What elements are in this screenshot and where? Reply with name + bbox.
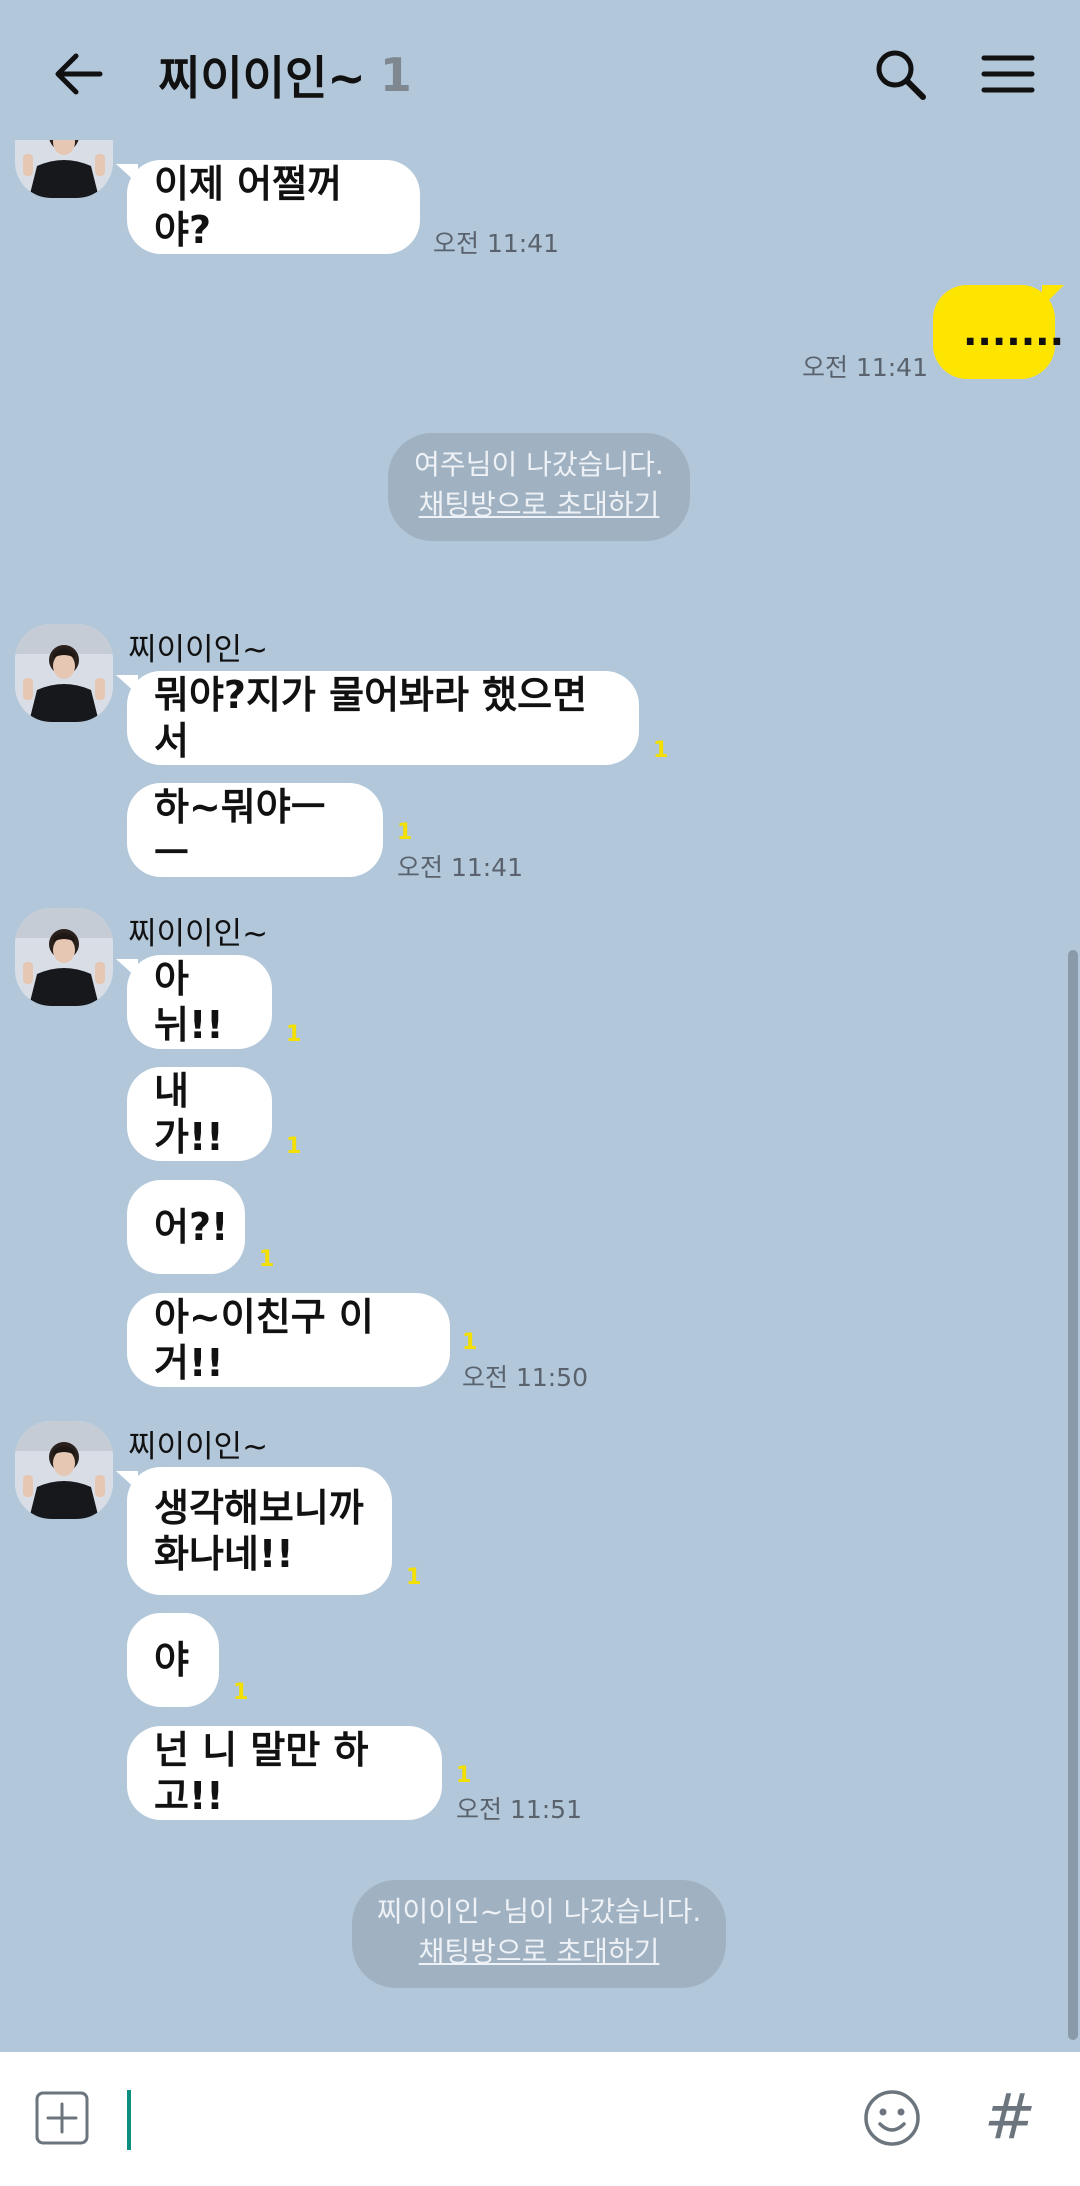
message-bubble[interactable]: 어?! (127, 1180, 245, 1274)
profile-photo-icon (15, 1421, 113, 1519)
message-bubble[interactable]: 내가!! (127, 1067, 272, 1161)
message-text: ....... (963, 310, 1065, 354)
profile-photo-icon (15, 624, 113, 722)
message-text: 넌 니 말만 하고!! (154, 1728, 369, 1818)
message-bubble[interactable]: 뭐야?지가 물어봐라 했으면서 (116, 671, 639, 765)
message-text: 야 (154, 1638, 189, 1682)
system-notice: 찌이이인~님이 나갔습니다. 채팅방으로 초대하기 (352, 1880, 726, 1988)
message-bubble[interactable]: 하~뭐야ㅡㅡ (127, 783, 383, 877)
message-text: 생각해보니까 화나네!! (154, 1485, 364, 1577)
member-count: 1 (379, 48, 412, 102)
hashtag-icon[interactable]: # (984, 2082, 1044, 2152)
avatar[interactable] (15, 908, 113, 1006)
chat-header: 찌이이인~ 1 (0, 0, 1080, 148)
plus-square-icon[interactable] (34, 2090, 90, 2146)
invite-link[interactable]: 채팅방으로 초대하기 (352, 1932, 726, 1972)
message-text: 아뉘!! (154, 957, 224, 1047)
message-time: 오전 11:41 (433, 229, 559, 258)
message-line: 생각해보니까 (154, 1486, 364, 1530)
profile-photo-icon (15, 140, 113, 198)
invite-link[interactable]: 채팅방으로 초대하기 (388, 485, 690, 525)
unread-count: 1 (259, 1247, 275, 1272)
unread-count: 1 (462, 1330, 478, 1355)
system-notice: 여주님이 나갔습니다. 채팅방으로 초대하기 (388, 433, 690, 541)
message-bubble[interactable]: 넌 니 말만 하고!! (127, 1726, 442, 1820)
message-text: 하~뭐야ㅡㅡ (154, 785, 326, 875)
avatar[interactable] (15, 1421, 113, 1519)
back-arrow-icon[interactable] (50, 46, 106, 102)
message-text: 이제 어쩔꺼야? (154, 162, 343, 252)
message-bubble[interactable]: 생각해보니까 화나네!! (116, 1467, 392, 1595)
profile-photo-icon (15, 908, 113, 1006)
unread-count: 1 (286, 1134, 302, 1159)
notice-text: 찌이이인~님이 나갔습니다. (376, 1895, 702, 1928)
message-list[interactable]: 이제 어쩔꺼야? 오전 11:41 ....... 오전 11:41 여주님이 … (0, 140, 1080, 2052)
sender-name: 찌이이인~ (128, 632, 269, 668)
unread-count: 1 (233, 1680, 249, 1705)
message-text: 어?! (154, 1205, 229, 1249)
message-time: 오전 11:51 (456, 1795, 582, 1824)
unread-count: 1 (286, 1022, 302, 1047)
message-text: 내가!! (154, 1069, 224, 1159)
smiley-icon[interactable] (862, 2088, 922, 2148)
avatar[interactable] (15, 140, 113, 198)
unread-count: 1 (456, 1763, 472, 1788)
message-text: 아~이친구 이거!! (154, 1295, 374, 1385)
sender-name: 찌이이인~ (128, 1429, 269, 1465)
message-bubble[interactable]: 아뉘!! (116, 955, 272, 1049)
chat-title: 찌이이인~ (158, 51, 366, 105)
message-bubble[interactable]: 이제 어쩔꺼야? (116, 160, 420, 254)
scrollbar[interactable] (1068, 950, 1078, 2040)
message-input-bar: # (0, 2052, 1080, 2186)
unread-count: 1 (406, 1565, 422, 1590)
notice-text: 여주님이 나갔습니다. (414, 448, 664, 481)
message-bubble[interactable]: 야 (127, 1613, 219, 1707)
sender-name: 찌이이인~ (128, 916, 269, 952)
message-bubble[interactable]: 아~이친구 이거!! (127, 1293, 450, 1387)
message-time: 오전 11:41 (802, 353, 928, 382)
message-text: 뭐야?지가 물어봐라 했으면서 (154, 673, 588, 763)
message-time: 오전 11:41 (397, 853, 523, 882)
unread-count: 1 (397, 820, 413, 845)
message-time: 오전 11:50 (462, 1363, 588, 1392)
chat-title-area[interactable]: 찌이이인~ 1 (158, 40, 412, 110)
message-input-caret[interactable] (127, 2090, 131, 2150)
my-message-bubble[interactable]: ....... (933, 285, 1064, 379)
unread-count: 1 (653, 738, 669, 763)
hamburger-menu-icon[interactable] (980, 46, 1036, 102)
search-icon[interactable] (872, 46, 928, 102)
message-line: 화나네!! (154, 1532, 294, 1576)
avatar[interactable] (15, 624, 113, 722)
